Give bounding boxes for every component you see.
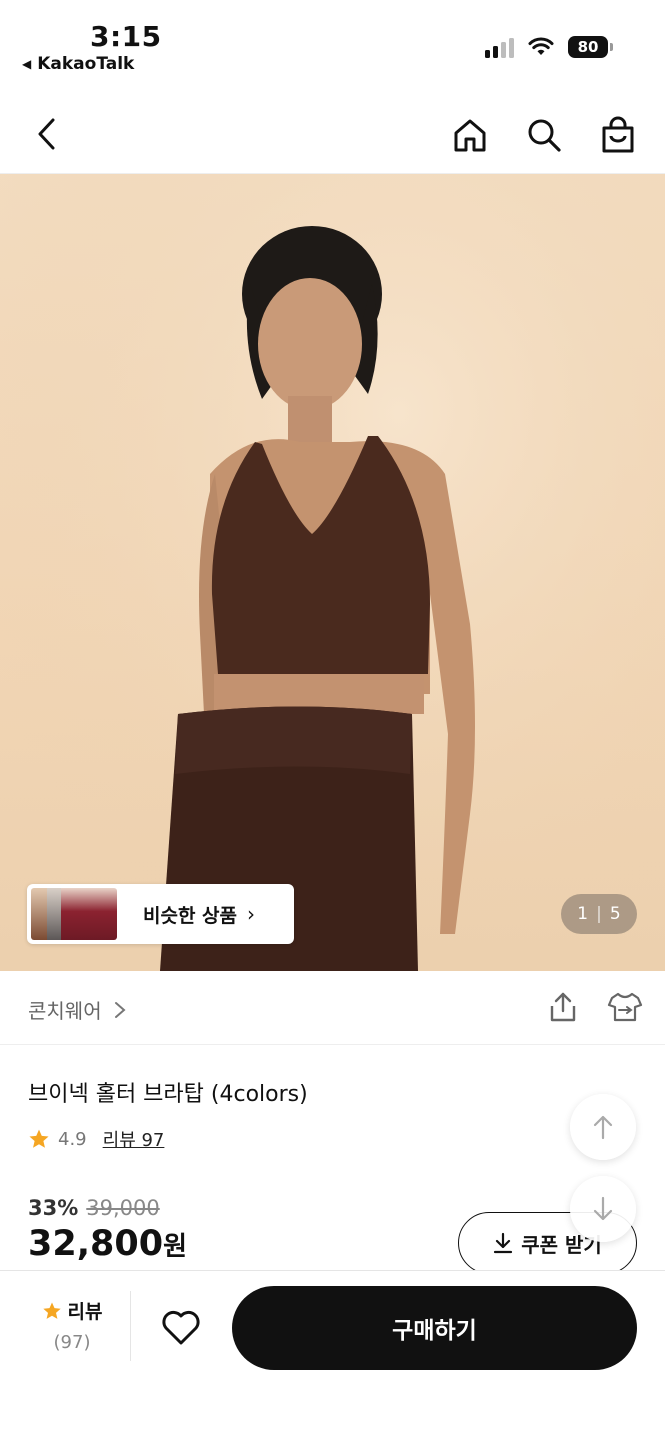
review-tab-count: (97) (53, 1332, 91, 1353)
bottom-action-bar: 리뷰 (97) 구매하기 (0, 1270, 665, 1440)
cart-button[interactable] (597, 114, 639, 156)
top-nav (0, 92, 665, 174)
try-on-icon (607, 992, 643, 1022)
battery-indicator: 80 (568, 36, 613, 58)
sale-price: 32,800원 (28, 1224, 187, 1264)
star-icon (29, 1129, 49, 1148)
review-tab-button[interactable]: 리뷰 (97) (22, 1297, 122, 1353)
heart-icon (162, 1310, 200, 1345)
share-icon (550, 992, 576, 1022)
image-counter: 1 | 5 (561, 894, 637, 934)
similar-products-thumbnails (31, 888, 117, 940)
review-link[interactable]: 리뷰 97 (103, 1126, 165, 1152)
discount-row: 33% 39,000 (28, 1196, 160, 1220)
image-counter-total: 5 (609, 904, 621, 924)
cellular-signal-icon (485, 36, 514, 58)
home-button[interactable] (449, 114, 491, 156)
original-price: 39,000 (86, 1196, 160, 1220)
home-icon (454, 119, 486, 152)
rating-value: 4.9 (58, 1128, 87, 1150)
chevron-right-icon (114, 1001, 126, 1018)
rating-row: 4.9 리뷰 97 (28, 1126, 164, 1152)
back-icon (38, 118, 55, 150)
image-counter-separator: | (596, 904, 602, 924)
arrow-down-icon (593, 1196, 613, 1221)
image-counter-current: 1 (577, 904, 589, 924)
wishlist-button[interactable] (158, 1305, 204, 1351)
search-button[interactable] (523, 114, 565, 156)
review-tab-label: 리뷰 (67, 1301, 103, 1323)
brand-name: 콘치웨어 (28, 999, 102, 1023)
discount-percent: 33% (28, 1196, 79, 1220)
product-image-gallery[interactable]: 비슷한 상품 › 1 | 5 (0, 174, 665, 971)
product-photo (0, 174, 665, 971)
try-on-button[interactable] (607, 989, 643, 1025)
sale-price-value: 32,800 (28, 1224, 164, 1264)
back-app-label: KakaoTalk (37, 54, 135, 74)
similar-products-label: 비슷한 상품 (143, 904, 238, 927)
status-bar: 3:15 ◀ KakaoTalk 80 (0, 0, 665, 82)
similar-products-button[interactable]: 비슷한 상품 › (27, 884, 294, 944)
arrow-up-icon (593, 1115, 613, 1140)
battery-level: 80 (568, 36, 608, 58)
divider (130, 1291, 131, 1361)
share-button[interactable] (545, 989, 581, 1025)
shopping-bag-icon (602, 116, 634, 153)
status-time: 3:15 (90, 20, 162, 53)
star-icon (42, 1302, 61, 1319)
wifi-icon (528, 37, 554, 55)
scroll-top-button[interactable] (570, 1094, 636, 1160)
brand-row: 콘치웨어 (0, 971, 665, 1045)
back-to-app-link[interactable]: ◀ KakaoTalk (22, 54, 134, 74)
currency-label: 원 (163, 1232, 187, 1262)
system-icons: 80 (485, 36, 613, 58)
search-icon (528, 119, 561, 152)
chevron-right-icon: › (247, 902, 256, 926)
back-button[interactable] (28, 114, 68, 154)
scroll-bottom-button[interactable] (570, 1176, 636, 1242)
back-triangle-icon: ◀ (22, 57, 32, 71)
product-title: 브이넥 홀터 브라탑 (4colors) (28, 1082, 308, 1107)
buy-button[interactable]: 구매하기 (232, 1286, 637, 1370)
brand-link[interactable]: 콘치웨어 (28, 995, 126, 1024)
download-icon (494, 1232, 513, 1254)
